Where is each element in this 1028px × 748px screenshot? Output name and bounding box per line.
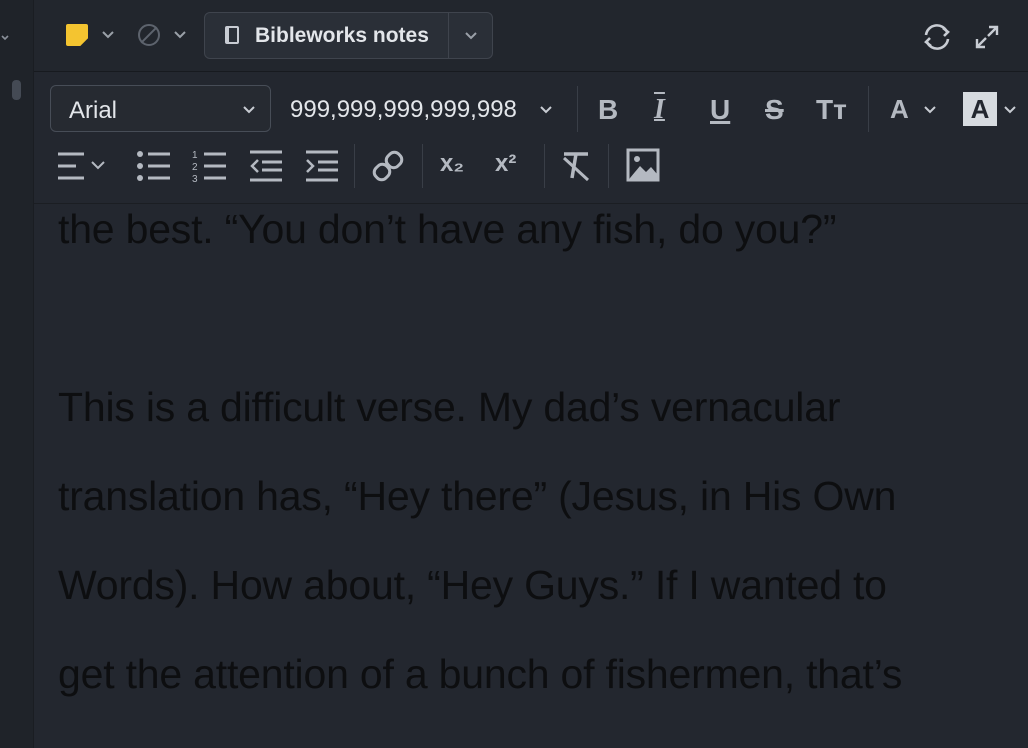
- notebook-selector-button[interactable]: Bibleworks notes: [204, 12, 493, 59]
- highlight-button[interactable]: A: [963, 92, 997, 126]
- strikethrough-button[interactable]: S: [765, 96, 784, 124]
- sync-icon[interactable]: [920, 20, 954, 54]
- font-family-select[interactable]: Arial: [50, 85, 271, 132]
- font-size-select[interactable]: 999,999,999,999,998: [290, 96, 517, 124]
- editor-line: This is a difficult verse. My dad’s vern…: [58, 384, 841, 430]
- text-size-button[interactable]: Tт: [816, 96, 847, 124]
- left-gutter: [0, 0, 34, 748]
- italic-button[interactable]: I: [654, 96, 665, 124]
- divider: [544, 144, 545, 188]
- bullet-list-icon[interactable]: [136, 150, 172, 182]
- clear-format-icon[interactable]: [560, 150, 592, 182]
- divider: [448, 13, 449, 58]
- divider: [354, 144, 355, 188]
- chevron-down-icon[interactable]: [463, 28, 479, 44]
- note-color-icon[interactable]: [66, 24, 88, 46]
- chevron-down-icon[interactable]: [922, 102, 938, 118]
- notebook-title: Bibleworks notes: [255, 24, 429, 47]
- link-icon[interactable]: [370, 148, 406, 184]
- editor-line: the best. “You don’t have any fish, do y…: [58, 206, 837, 252]
- indent-icon[interactable]: [304, 150, 340, 182]
- font-family-value: Arial: [69, 97, 118, 124]
- chevron-down-icon[interactable]: [1002, 102, 1018, 118]
- chevron-down-icon: [243, 106, 255, 114]
- scrollbar-thumb[interactable]: [12, 80, 21, 100]
- editor-line: get the attention of a bunch of fisherme…: [58, 651, 903, 697]
- note-editor[interactable]: the best. “You don’t have any fish, do y…: [34, 204, 1028, 748]
- divider: [577, 86, 578, 132]
- outdent-icon[interactable]: [248, 150, 284, 182]
- svg-text:2: 2: [192, 162, 198, 173]
- superscript-button[interactable]: x²: [495, 152, 516, 176]
- svg-text:1: 1: [192, 150, 198, 161]
- note-titlebar: Bibleworks notes: [34, 0, 1028, 72]
- chevron-down-icon[interactable]: [538, 102, 554, 118]
- chevron-down-icon[interactable]: [172, 27, 188, 43]
- formatting-toolbar: Arial 999,999,999,999,998 B I U S Tт A A…: [34, 72, 1028, 204]
- align-menu-icon[interactable]: [56, 150, 112, 182]
- insert-image-icon[interactable]: [626, 148, 660, 182]
- svg-text:3: 3: [192, 174, 198, 182]
- expand-icon[interactable]: [974, 24, 1000, 50]
- numbered-list-icon[interactable]: 1 2 3: [192, 148, 228, 182]
- collapse-chevron-icon[interactable]: [0, 30, 10, 46]
- editor-line: translation has, “Hey there” (Jesus, in …: [58, 473, 897, 519]
- chevron-down-icon[interactable]: [100, 27, 116, 43]
- no-entry-icon[interactable]: [138, 24, 160, 46]
- divider: [422, 144, 423, 188]
- subscript-button[interactable]: x₂: [440, 152, 464, 176]
- font-color-button[interactable]: A: [890, 96, 909, 122]
- underline-button[interactable]: U: [710, 96, 730, 124]
- bold-button[interactable]: B: [598, 96, 618, 124]
- editor-line: Words). How about, “Hey Guys.” If I want…: [58, 562, 887, 608]
- divider: [608, 144, 609, 188]
- divider: [868, 86, 869, 132]
- notebook-icon: [225, 26, 239, 44]
